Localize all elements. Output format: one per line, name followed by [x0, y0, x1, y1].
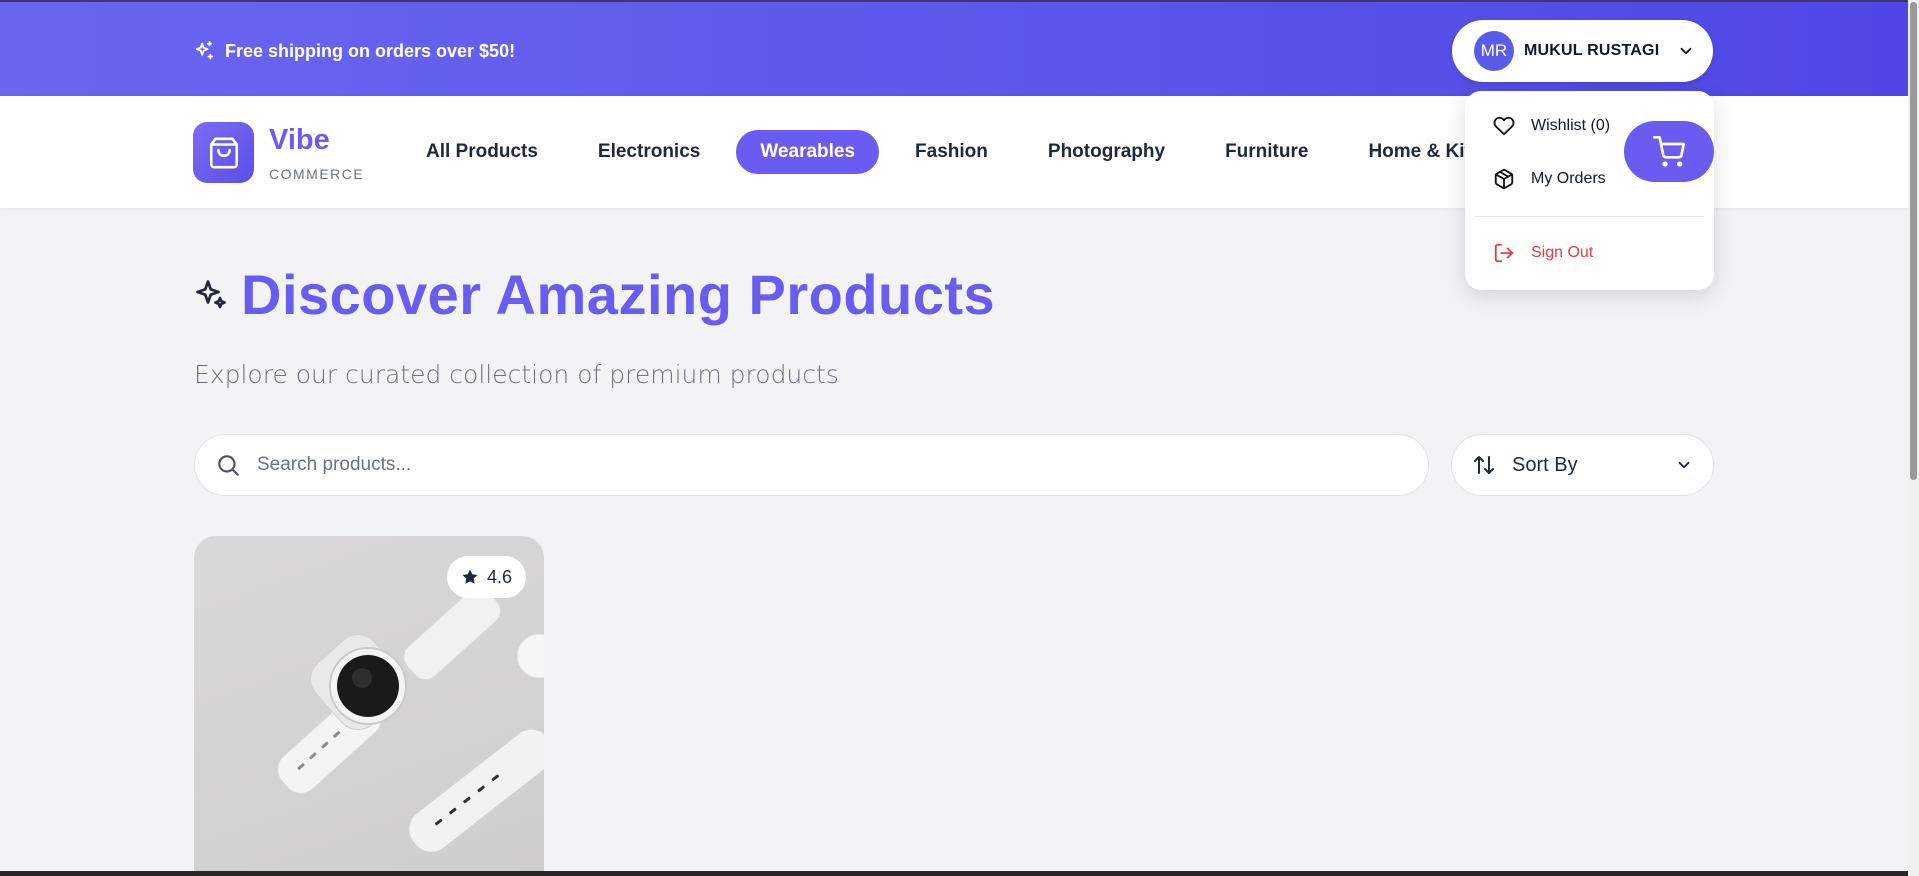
- menu-divider: [1475, 216, 1704, 217]
- nav-item-fashion[interactable]: Fashion: [891, 130, 1012, 174]
- sort-arrows-icon: [1474, 456, 1494, 474]
- promo: Free shipping on orders over $50!: [193, 40, 515, 62]
- my-orders-menu-item[interactable]: My Orders: [1493, 168, 1606, 190]
- page-title-text: Discover Amazing Products: [241, 263, 996, 326]
- shopping-bag-icon: [209, 137, 238, 168]
- sign-out-label: Sign Out: [1531, 244, 1594, 261]
- logo[interactable]: [193, 122, 254, 183]
- sign-out-menu-item[interactable]: Sign Out: [1493, 242, 1593, 264]
- my-orders-label: My Orders: [1531, 170, 1606, 187]
- promo-bar: Free shipping on orders over $50! MR MUK…: [0, 0, 1908, 96]
- sparkles-icon: [195, 40, 214, 60]
- avatar: MR: [1474, 31, 1514, 71]
- user-menu-button[interactable]: MR MUKUL RUSTAGI: [1452, 20, 1713, 82]
- nav-item-electronics[interactable]: Electronics: [574, 130, 724, 174]
- brand-subtitle: COMMERCE: [269, 166, 365, 182]
- search-bar: [194, 434, 1429, 496]
- user-name: MUKUL RUSTAGI: [1524, 42, 1660, 59]
- scrollbar-thumb[interactable]: [1910, 2, 1917, 480]
- page-title: Discover Amazing Products: [193, 262, 995, 327]
- package-icon: [1494, 168, 1514, 190]
- sort-label: Sort By: [1512, 453, 1578, 476]
- heart-icon: [1493, 116, 1515, 136]
- cart-icon: [1653, 135, 1685, 167]
- star-icon: [462, 569, 478, 584]
- page-subtitle: Explore our curated collection of premiu…: [194, 360, 839, 389]
- product-card[interactable]: 4.6: [194, 536, 544, 876]
- nav-item-wearables[interactable]: Wearables: [736, 130, 880, 174]
- scrollbar[interactable]: [1908, 0, 1919, 876]
- sparkles-icon: [196, 279, 226, 308]
- chevron-down-icon: [1678, 461, 1690, 469]
- nav-item-all-products[interactable]: All Products: [402, 130, 562, 174]
- search-icon: [218, 455, 239, 476]
- search-input[interactable]: [257, 454, 1157, 476]
- nav-item-furniture[interactable]: Furniture: [1201, 130, 1332, 174]
- sort-dropdown[interactable]: Sort By: [1451, 434, 1714, 496]
- wishlist-menu-item[interactable]: Wishlist (0): [1493, 115, 1610, 137]
- promo-text: Free shipping on orders over $50!: [225, 40, 516, 61]
- wishlist-label: Wishlist (0): [1531, 117, 1611, 134]
- rating-value: 4.6: [487, 566, 513, 587]
- cart-button[interactable]: [1624, 121, 1714, 182]
- brand-name[interactable]: Vibe: [269, 124, 330, 157]
- sign-out-icon: [1494, 243, 1514, 263]
- rating-badge: 4.6: [447, 556, 527, 598]
- category-nav: All Products Electronics Wearables Fashi…: [402, 130, 1505, 174]
- nav-item-photography[interactable]: Photography: [1024, 130, 1189, 174]
- chevron-down-icon: [1680, 47, 1692, 55]
- taskbar-edge: [0, 871, 1908, 876]
